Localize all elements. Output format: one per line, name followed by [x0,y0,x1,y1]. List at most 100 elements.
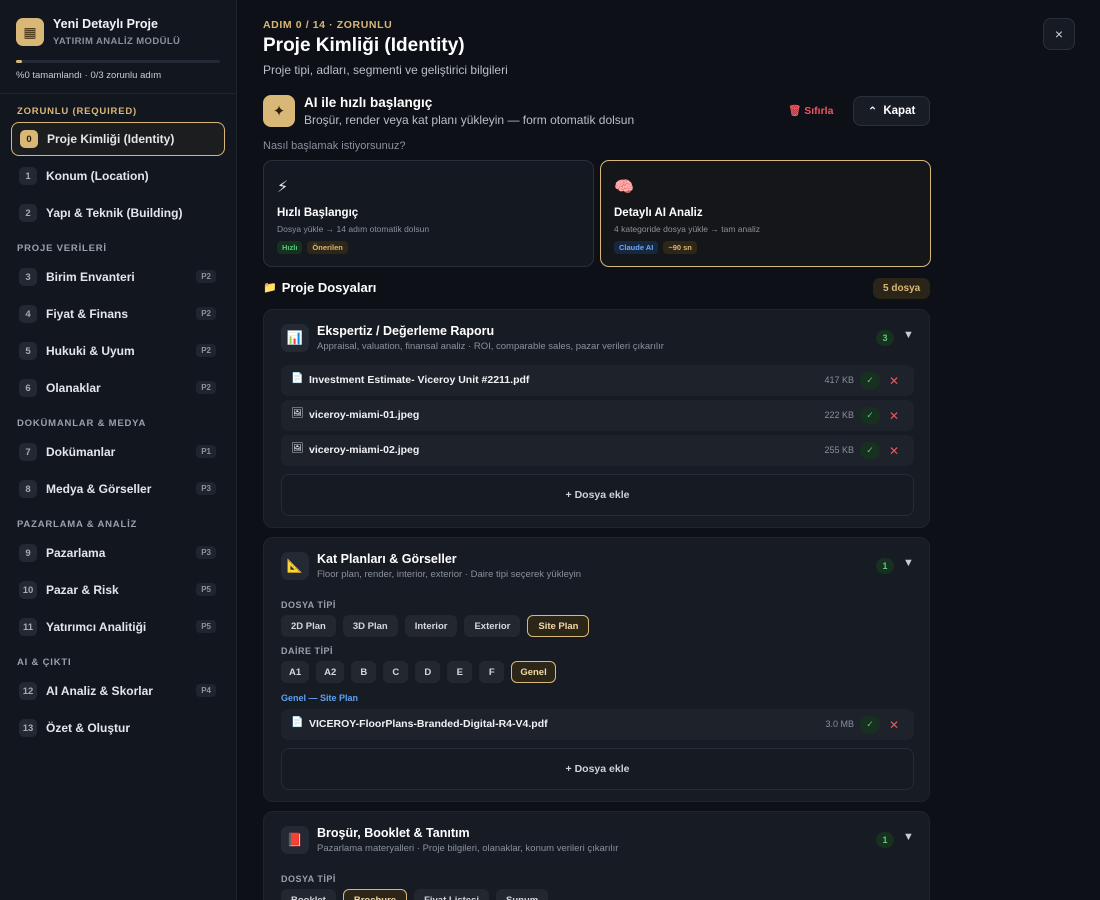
check-icon[interactable]: ✓ [860,407,880,424]
sidebar-item-unit-inventory[interactable]: 3 Birim Envanteri P2 [11,260,225,294]
sidebar-item-label: Pazar & Risk [46,583,119,597]
file-type-chips: Booklet Brochure Fiyat Listesi Sunum [281,889,549,900]
file-size: 255 KB [824,445,854,455]
lightning-icon: ⚡ [277,179,289,196]
panel-title: Ekspertiz / Değerleme Raporu [317,324,495,338]
delete-icon[interactable]: ✕ [886,407,902,424]
chip-unit-c[interactable]: C [383,661,409,683]
close-button[interactable]: × [1043,18,1075,50]
chevron-down-icon[interactable]: ▼ [903,329,914,341]
sidebar-item-market-risk[interactable]: 10 Pazar & Risk P5 [11,573,225,607]
add-file-button[interactable]: + Dosya ekle [281,474,914,516]
chip-unit-f[interactable]: F [479,661,505,683]
delete-icon[interactable]: ✕ [886,442,902,459]
sidebar-item-marketing[interactable]: 9 Pazarlama P3 [11,536,225,570]
chip-unit-e[interactable]: E [447,661,473,683]
sidebar-item-label: Birim Envanteri [46,270,135,284]
step-number: 10 [19,581,37,599]
chip-site-plan[interactable]: Site Plan [527,615,590,637]
step-number: 12 [19,682,37,700]
section-marketing: PAZARLAMA & ANALİZ [17,519,138,530]
project-title: Yeni Detaylı Proje [53,17,158,31]
building-icon: ▦ [16,18,44,46]
sidebar-item-media[interactable]: 8 Medya & Görseller P3 [11,472,225,506]
mode-tags: Hızlı Önerilen [277,241,348,254]
priority-badge: P4 [196,684,216,697]
step-number: 1 [19,167,37,185]
file-row: 📄 Investment Estimate- Viceroy Unit #221… [281,365,914,396]
chevron-down-icon[interactable]: ▼ [903,831,914,843]
section-project-data: PROJE VERİLERİ [17,243,107,254]
chevron-down-icon[interactable]: ▼ [903,557,914,569]
sidebar-item-amenities[interactable]: 6 Olanaklar P2 [11,371,225,405]
progress-bar [16,60,220,63]
chip-brochure[interactable]: Brochure [342,889,408,900]
priority-badge: P1 [196,445,216,458]
mode-description: Dosya yükle → 14 adım otomatik dolsun [277,224,430,234]
step-number: 5 [19,342,37,360]
chip-unit-a2[interactable]: A2 [316,661,345,683]
sidebar-item-label: AI Analiz & Skorlar [46,684,153,698]
chip-booklet[interactable]: Booklet [281,889,336,900]
sidebar-item-identity[interactable]: 0 Proje Kimliği (Identity) [11,122,225,156]
sidebar-item-investor-analytics[interactable]: 11 Yatırımcı Analitiği P5 [11,610,225,644]
priority-badge: P2 [196,381,216,394]
sidebar-item-ai-analysis[interactable]: 12 AI Analiz & Skorlar P4 [11,674,225,708]
selection-path: Genel — Site Plan [281,693,359,703]
chip-presentation[interactable]: Sunum [496,889,549,900]
how-start-label: Nasıl başlamak istiyorsunuz? [263,140,406,152]
file-type-label: DOSYA TİPİ [281,874,336,884]
files-section-title: 📁 Proje Dosyaları [263,280,376,295]
unit-type-label: DAİRE TİPİ [281,646,334,656]
chart-icon: 📊 [281,324,309,352]
panel-title: Broşür, Booklet & Tanıtım [317,826,470,840]
tag-claude: Claude AI [614,241,659,254]
chip-unit-general[interactable]: Genel [511,661,556,683]
chip-exterior[interactable]: Exterior [464,615,521,637]
collapse-label: Kapat [883,105,916,117]
delete-icon[interactable]: ✕ [886,716,902,733]
sidebar-item-building[interactable]: 2 Yapı & Teknik (Building) [11,196,225,230]
add-file-button[interactable]: + Dosya ekle [281,748,914,790]
book-icon: 📕 [281,826,309,854]
tag-recommended: Önerilen [307,241,348,254]
detailed-ai-card[interactable]: 🧠 Detaylı AI Analiz 4 kategoride dosya y… [600,160,931,267]
collapse-button[interactable]: ⌃ Kapat [853,96,930,126]
chip-unit-b[interactable]: B [351,661,377,683]
panel-subtitle: Floor plan, render, interior, exterior ·… [317,569,582,580]
file-name: Investment Estimate- Viceroy Unit #2211.… [309,374,530,386]
chip-price-list[interactable]: Fiyat Listesi [414,889,489,900]
delete-icon[interactable]: ✕ [886,372,902,389]
reset-label: Sıfırla [804,105,834,117]
reset-button[interactable]: 🗑 Sıfırla [788,104,833,117]
step-number: 6 [19,379,37,397]
sidebar-item-location[interactable]: 1 Konum (Location) [11,159,225,193]
panel-file-count: 1 [876,832,894,848]
check-icon[interactable]: ✓ [860,372,880,389]
quick-start-card[interactable]: ⚡ Hızlı Başlangıç Dosya yükle → 14 adım … [263,160,594,267]
sidebar-item-legal[interactable]: 5 Hukuki & Uyum P2 [11,334,225,368]
sidebar-item-price-finance[interactable]: 4 Fiyat & Finans P2 [11,297,225,331]
step-number: 13 [19,719,37,737]
sidebar-item-summary[interactable]: 13 Özet & Oluştur [11,711,225,745]
section-docs-media: DOKÜMANLAR & MEDYA [17,418,147,429]
document-icon: 📄 [291,373,304,384]
check-icon[interactable]: ✓ [860,716,880,733]
file-type-chips: 2D Plan 3D Plan Interior Exterior Site P… [281,615,590,637]
priority-badge: P3 [196,482,216,495]
file-size: 222 KB [824,410,854,420]
chip-unit-a1[interactable]: A1 [281,661,310,683]
page-subtitle: Proje tipi, adları, segmenti ve geliştir… [263,63,508,77]
files-count-badge: 5 dosya [873,278,931,299]
sidebar-item-documents[interactable]: 7 Dokümanlar P1 [11,435,225,469]
tag-fast: Hızlı [277,241,303,254]
priority-badge: P2 [196,270,216,283]
step-number: 11 [19,618,37,636]
chip-interior[interactable]: Interior [404,615,458,637]
chip-3d-plan[interactable]: 3D Plan [342,615,398,637]
chip-2d-plan[interactable]: 2D Plan [281,615,336,637]
check-icon[interactable]: ✓ [860,442,880,459]
ai-start-title: AI ile hızlı başlangıç [304,95,433,110]
chip-unit-d[interactable]: D [415,661,441,683]
panel-subtitle: Appraisal, valuation, finansal analiz · … [317,341,664,352]
